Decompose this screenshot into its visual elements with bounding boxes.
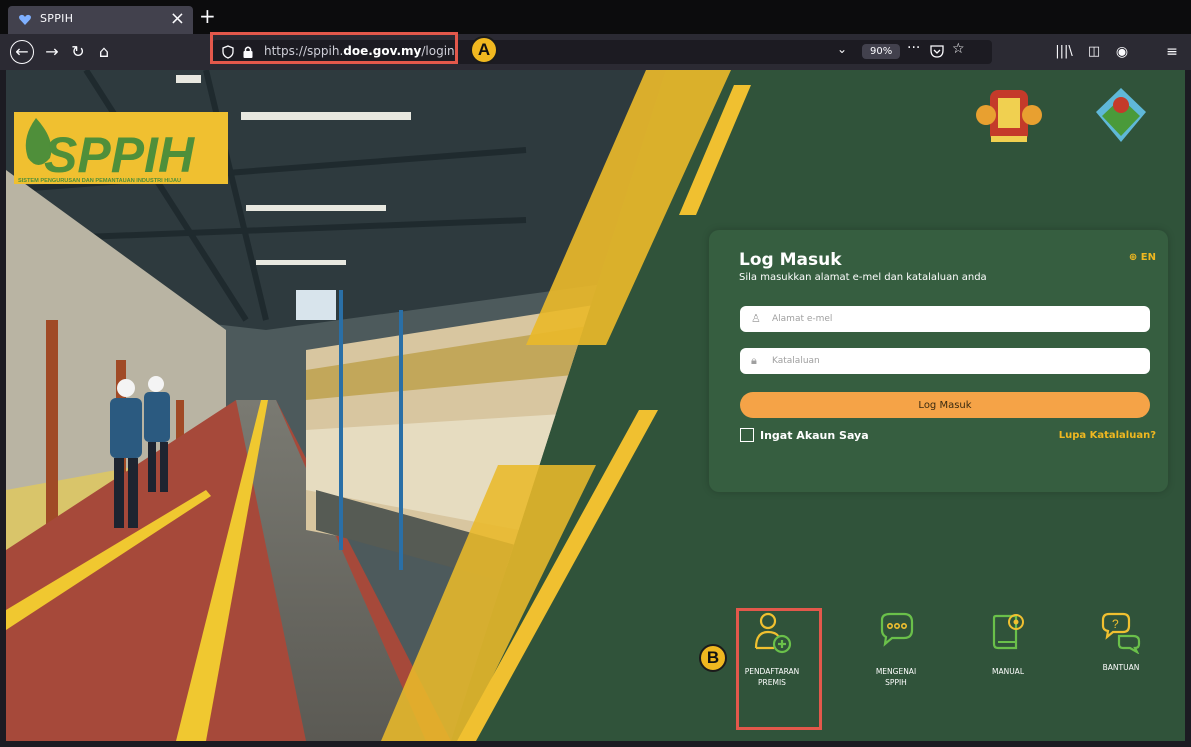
tab-title: SPPIH	[40, 12, 74, 25]
zoom-level[interactable]: 90%	[862, 44, 901, 59]
sppih-logo-subtitle: SISTEM PENGURUSAN DAN PEMANTAUAN INDUSTR…	[18, 178, 181, 184]
tab-bar: SPPIH × +	[0, 0, 1191, 34]
more-icon[interactable]: ···	[907, 40, 920, 56]
language-toggle[interactable]: ⊕ EN	[1129, 252, 1156, 263]
menu-help[interactable]: ? BANTUAN	[1076, 610, 1166, 673]
menu-about-sppih[interactable]: MENGENAI SPPIH	[851, 610, 941, 688]
reload-icon[interactable]: ↻	[66, 40, 90, 64]
chat-bubble-icon	[880, 612, 914, 647]
heart-favicon-icon	[19, 14, 31, 25]
sppih-logo-text: SPPIH	[44, 127, 195, 183]
forward-icon[interactable]: →	[40, 40, 64, 64]
remember-me-checkbox[interactable]: Ingat Akaun Saya	[740, 428, 869, 442]
sidebar-icon[interactable]: ◫	[1082, 40, 1106, 64]
nav-bar: ← → ↻ ⌂ https://sppih.doe.gov.my/login ⌄…	[0, 34, 1191, 70]
star-icon[interactable]: ☆	[952, 41, 965, 57]
menu-about-label-1: MENGENAI	[875, 667, 917, 676]
annotation-badge-b: B	[699, 644, 727, 672]
manual-book-icon	[992, 614, 1024, 650]
back-icon[interactable]: ←	[10, 40, 34, 64]
menu-icon[interactable]: ≡	[1160, 40, 1184, 64]
pocket-icon[interactable]	[930, 45, 944, 58]
lock-icon: 🔒︎	[751, 354, 757, 367]
new-tab-icon[interactable]: +	[199, 4, 216, 28]
login-card: Log Masuk Sila masukkan alamat e-mel dan…	[709, 230, 1168, 492]
password-input[interactable]	[740, 348, 1150, 374]
ministry-logo	[1096, 88, 1146, 142]
menu-help-label: BANTUAN	[1102, 663, 1140, 672]
government-crest-logo	[976, 90, 1042, 142]
annotation-box-a	[210, 32, 458, 64]
chevron-down-icon[interactable]: ⌄	[837, 42, 847, 56]
home-icon[interactable]: ⌂	[92, 40, 116, 64]
menu-manual-label: MANUAL	[991, 667, 1024, 676]
tab-sppih[interactable]: SPPIH ×	[8, 6, 193, 34]
checkbox-box[interactable]	[740, 428, 754, 442]
login-button[interactable]: Log Masuk	[740, 392, 1150, 418]
annotation-badge-a: A	[470, 36, 498, 64]
forgot-password-link[interactable]: Lupa Katalaluan?	[1059, 430, 1156, 441]
help-question-icon: ?	[1101, 612, 1141, 654]
menu-manual[interactable]: MANUAL	[963, 610, 1053, 677]
annotation-box-b	[736, 608, 822, 730]
login-title: Log Masuk	[739, 250, 842, 270]
email-input[interactable]	[740, 306, 1150, 332]
login-page: SPPIH SISTEM PENGURUSAN DAN PEMANTAUAN I…	[6, 70, 1185, 741]
language-label: EN	[1140, 252, 1156, 263]
close-tab-icon[interactable]: ×	[170, 8, 185, 29]
user-icon: ♙	[751, 312, 761, 325]
library-icon[interactable]: |||\	[1052, 40, 1076, 64]
login-subtitle: Sila masukkan alamat e-mel dan katalalua…	[739, 272, 987, 283]
menu-about-label-2: SPPIH	[885, 678, 907, 687]
browser-window: SPPIH × + ← → ↻ ⌂ https://sppih.doe.gov.…	[0, 0, 1191, 747]
svg-text:?: ?	[1112, 617, 1119, 631]
account-icon[interactable]: ◉	[1110, 40, 1134, 64]
remember-me-label: Ingat Akaun Saya	[760, 429, 869, 442]
globe-icon: ⊕	[1128, 252, 1138, 263]
